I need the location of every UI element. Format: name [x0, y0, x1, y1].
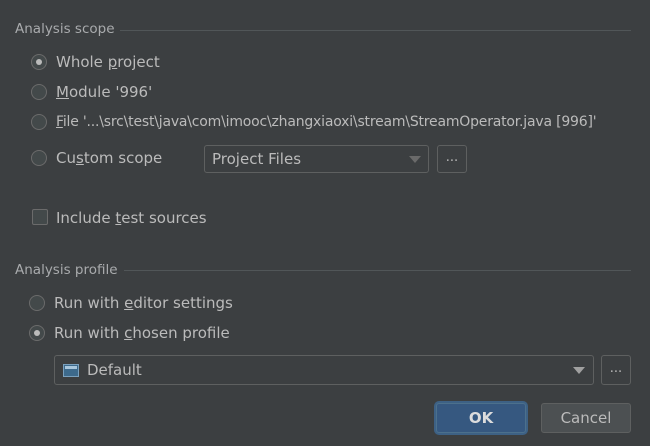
label-text: Run with	[54, 294, 125, 312]
whole-project-label[interactable]: Whole project	[56, 52, 160, 72]
mnemonic: e	[124, 294, 134, 312]
mnemonic: F	[56, 114, 63, 130]
label-text: Whole	[56, 53, 108, 71]
chevron-down-icon	[409, 156, 421, 163]
radio-file[interactable]	[31, 114, 47, 130]
radio-indicator	[29, 295, 45, 311]
radio-module[interactable]	[31, 84, 47, 100]
label-text: roject	[117, 53, 160, 71]
label-text: ditor settings	[133, 294, 233, 312]
chosen-profile-label[interactable]: Run with chosen profile	[54, 323, 230, 343]
profile-icon	[63, 364, 79, 377]
include-test-sources-label[interactable]: Include test sources	[56, 208, 207, 228]
ok-button[interactable]: OK	[436, 403, 526, 433]
custom-scope-label[interactable]: Custom scope	[56, 148, 162, 168]
radio-indicator	[31, 54, 47, 70]
radio-indicator	[29, 325, 45, 341]
radio-editor-settings[interactable]	[29, 295, 45, 311]
profile-browse-button[interactable]: ...	[601, 355, 631, 385]
mnemonic: M	[56, 83, 69, 101]
label-text: ile '...\src\test\java\com\imooc\zhangxi…	[62, 114, 597, 130]
radio-indicator	[31, 114, 47, 130]
label-text: est sources	[121, 209, 207, 227]
radio-indicator	[31, 84, 47, 100]
custom-scope-value: Project Files	[212, 150, 302, 168]
radio-indicator	[31, 150, 47, 166]
label-text: hosen profile	[132, 324, 230, 342]
module-label[interactable]: Module '996'	[56, 82, 152, 102]
label-text: Include	[56, 209, 116, 227]
analysis-profile-title: Analysis profile	[15, 262, 118, 278]
profile-separator	[124, 270, 631, 271]
label-text: Run with	[54, 324, 125, 342]
mnemonic: p	[107, 53, 118, 71]
include-test-sources-checkbox[interactable]	[32, 209, 48, 225]
file-label[interactable]: File '...\src\test\java\com\imooc\zhangx…	[56, 112, 597, 132]
label-text: tom scope	[83, 149, 163, 167]
label-text: Cu	[56, 149, 76, 167]
scope-separator	[120, 30, 631, 31]
checkbox-indicator	[32, 209, 48, 225]
custom-scope-dropdown[interactable]: Project Files	[204, 145, 429, 173]
radio-chosen-profile[interactable]	[29, 325, 45, 341]
cancel-button[interactable]: Cancel	[541, 403, 631, 433]
profile-dropdown[interactable]: Default	[54, 355, 594, 385]
analysis-scope-title: Analysis scope	[15, 21, 115, 37]
radio-custom-scope[interactable]	[31, 150, 47, 166]
radio-whole-project[interactable]	[31, 54, 47, 70]
label-text: odule '996'	[68, 83, 153, 101]
mnemonic: s	[75, 149, 84, 167]
editor-settings-label[interactable]: Run with editor settings	[54, 293, 233, 313]
profile-value: Default	[87, 361, 142, 379]
chevron-down-icon	[573, 367, 585, 374]
custom-scope-browse-button[interactable]: ...	[437, 145, 467, 173]
